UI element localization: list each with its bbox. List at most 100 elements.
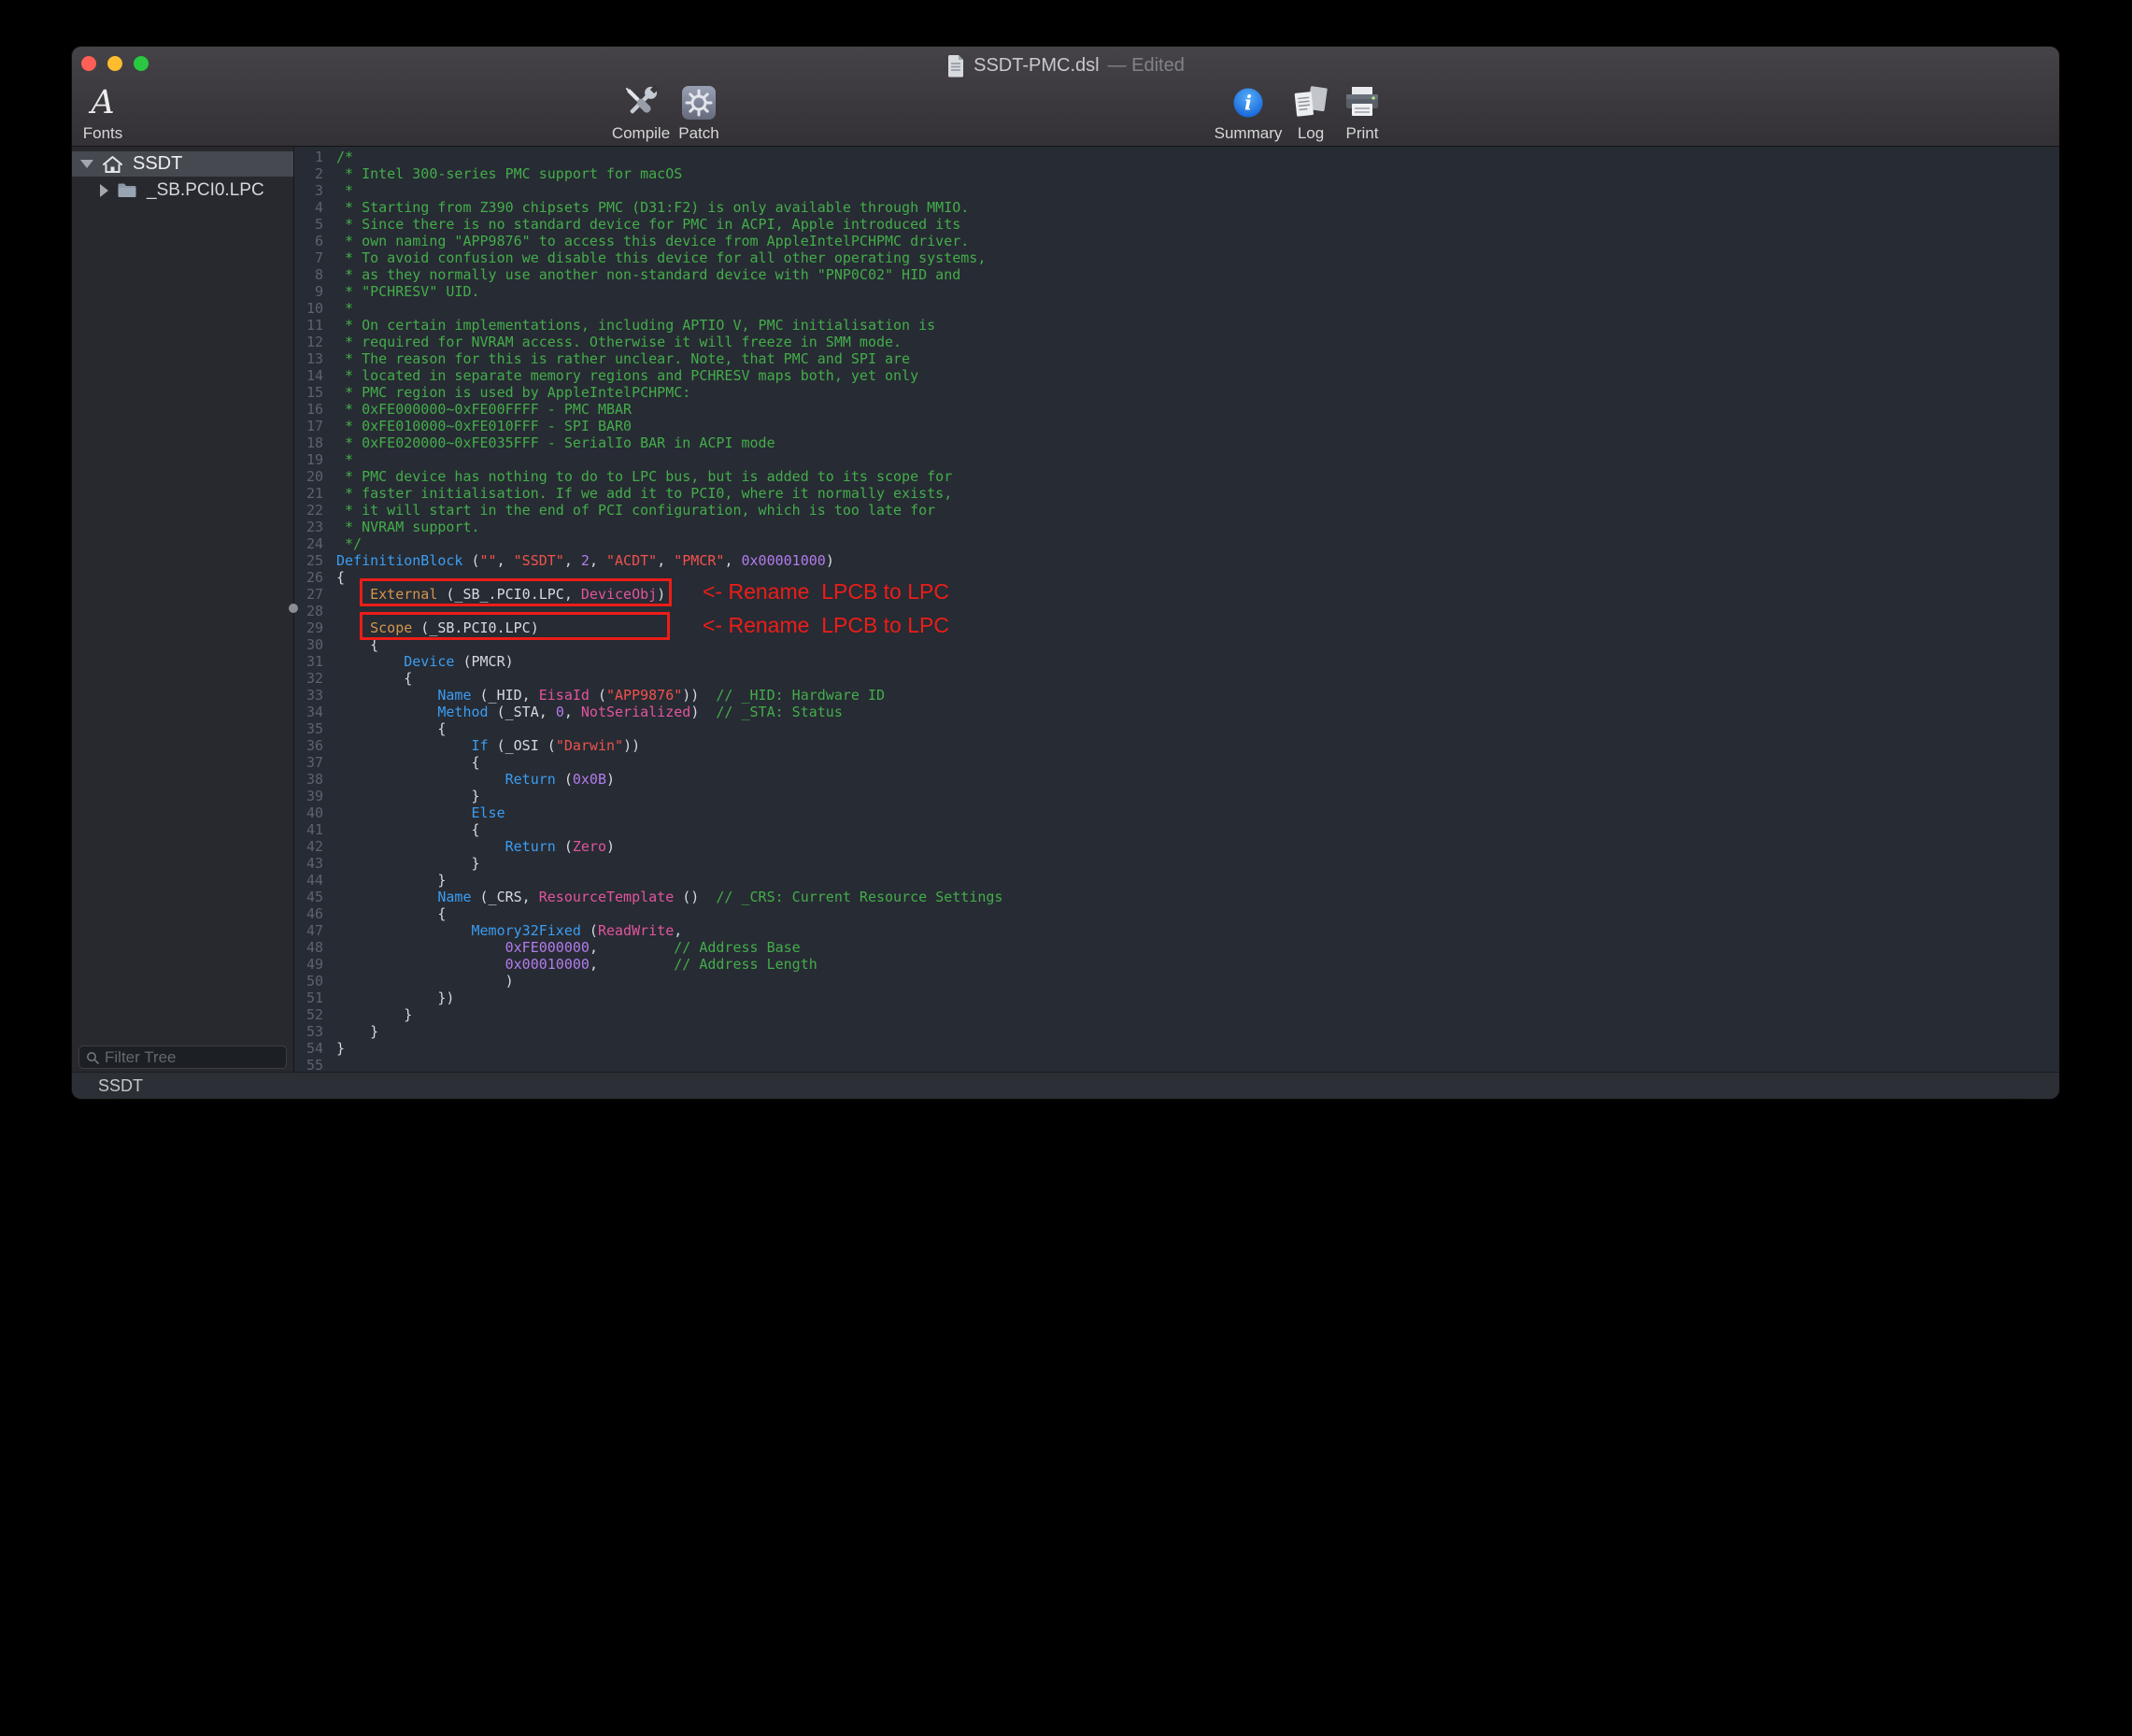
code-line[interactable]: 3 * — [294, 182, 2059, 199]
code-line[interactable]: 24 */ — [294, 535, 2059, 552]
print-button[interactable]: Print — [1329, 82, 1395, 144]
code-line[interactable]: 18 * 0xFE020000~0xFE035FFF - SerialIo BA… — [294, 434, 2059, 451]
code-text: * 0xFE020000~0xFE035FFF - SerialIo BAR i… — [323, 434, 775, 451]
code-line[interactable]: 42 Return (Zero) — [294, 838, 2059, 855]
line-number: 15 — [294, 384, 323, 401]
code-text: * To avoid confusion we disable this dev… — [323, 249, 986, 266]
line-number: 40 — [294, 804, 323, 821]
code-line[interactable]: 41 { — [294, 821, 2059, 838]
code-text: * as they normally use another non-stand… — [323, 266, 960, 283]
code-line[interactable]: 8 * as they normally use another non-sta… — [294, 266, 2059, 283]
line-number: 18 — [294, 434, 323, 451]
code-line[interactable]: 39 } — [294, 788, 2059, 804]
fonts-label: Fonts — [83, 125, 123, 142]
code-line[interactable]: 16 * 0xFE000000~0xFE00FFFF - PMC MBAR — [294, 401, 2059, 418]
code-line[interactable]: 50 ) — [294, 973, 2059, 989]
disclosure-expanded-icon[interactable] — [80, 160, 93, 168]
tree-item-sb-pci0-lpc[interactable]: _SB.PCI0.LPC — [72, 178, 293, 203]
code-line[interactable]: 28 — [294, 603, 2059, 619]
code-editor[interactable]: 1/*2 * Intel 300-series PMC support for … — [294, 147, 2059, 1072]
code-line[interactable]: 21 * faster initialisation. If we add it… — [294, 485, 2059, 502]
log-pages-icon — [1292, 85, 1329, 121]
code-line[interactable]: 33 Name (_HID, EisaId ("APP9876")) // _H… — [294, 687, 2059, 704]
code-line[interactable]: 36 If (_OSI ("Darwin")) — [294, 737, 2059, 754]
code-text: * Starting from Z390 chipsets PMC (D31:F… — [323, 199, 969, 216]
summary-button[interactable]: i Summary — [1211, 82, 1286, 144]
code-text: { — [323, 905, 446, 922]
code-text: * On certain implementations, including … — [323, 317, 935, 334]
code-line[interactable]: 38 Return (0x0B) — [294, 771, 2059, 788]
code-line[interactable]: 30 { — [294, 636, 2059, 653]
line-number: 30 — [294, 636, 323, 653]
code-line[interactable]: 12 * required for NVRAM access. Otherwis… — [294, 334, 2059, 350]
line-number: 35 — [294, 720, 323, 737]
fonts-button[interactable]: A Fonts — [75, 82, 131, 144]
code-line[interactable]: 51 }) — [294, 989, 2059, 1006]
code-line[interactable]: 5 * Since there is no standard device fo… — [294, 216, 2059, 233]
code-line[interactable]: 6 * own naming "APP9876" to access this … — [294, 233, 2059, 249]
code-line[interactable]: 43 } — [294, 855, 2059, 872]
code-line[interactable]: 9 * "PCHRESV" UID. — [294, 283, 2059, 300]
code-line[interactable]: 54} — [294, 1040, 2059, 1057]
code-line[interactable]: 55 — [294, 1057, 2059, 1072]
code-line[interactable]: 32 { — [294, 670, 2059, 687]
print-label: Print — [1346, 125, 1379, 142]
code-text: } — [323, 1023, 378, 1040]
code-text: DefinitionBlock ("", "SSDT", 2, "ACDT", … — [323, 552, 834, 569]
filter-tree-input[interactable] — [105, 1048, 279, 1067]
code-line[interactable]: 49 0x00010000, // Address Length — [294, 956, 2059, 973]
code-line[interactable]: 26{ — [294, 569, 2059, 586]
code-line[interactable]: 44 } — [294, 872, 2059, 889]
code-line[interactable]: 47 Memory32Fixed (ReadWrite, — [294, 922, 2059, 939]
tree-item-label: _SB.PCI0.LPC — [147, 180, 264, 201]
code-line[interactable]: 10 * — [294, 300, 2059, 317]
code-line[interactable]: 34 Method (_STA, 0, NotSerialized) // _S… — [294, 704, 2059, 720]
tree-item-ssdt[interactable]: SSDT — [72, 151, 293, 177]
code-line[interactable]: 25DefinitionBlock ("", "SSDT", 2, "ACDT"… — [294, 552, 2059, 569]
code-text: * — [323, 182, 353, 199]
line-number: 13 — [294, 350, 323, 367]
code-line[interactable]: 23 * NVRAM support. — [294, 519, 2059, 535]
code-line[interactable]: 17 * 0xFE010000~0xFE010FFF - SPI BAR0 — [294, 418, 2059, 434]
line-number: 42 — [294, 838, 323, 855]
patch-label: Patch — [678, 125, 718, 142]
code-line[interactable]: 48 0xFE000000, // Address Base — [294, 939, 2059, 956]
code-line[interactable]: 11 * On certain implementations, includi… — [294, 317, 2059, 334]
code-line[interactable]: 31 Device (PMCR) — [294, 653, 2059, 670]
line-number: 41 — [294, 821, 323, 838]
line-number: 46 — [294, 905, 323, 922]
svg-text:i: i — [1244, 92, 1252, 115]
code-line[interactable]: 35 { — [294, 720, 2059, 737]
disclosure-collapsed-icon[interactable] — [100, 184, 108, 197]
code-line[interactable]: 45 Name (_CRS, ResourceTemplate () // _C… — [294, 889, 2059, 905]
code-text — [323, 1057, 336, 1072]
line-number: 39 — [294, 788, 323, 804]
code-line[interactable]: 20 * PMC device has nothing to do to LPC… — [294, 468, 2059, 485]
code-line[interactable]: 52 } — [294, 1006, 2059, 1023]
code-text: Name (_HID, EisaId ("APP9876")) // _HID:… — [323, 687, 885, 704]
code-line[interactable]: 14 * located in separate memory regions … — [294, 367, 2059, 384]
code-line[interactable]: 1/* — [294, 149, 2059, 165]
code-line[interactable]: 13 * The reason for this is rather uncle… — [294, 350, 2059, 367]
code-line[interactable]: 40 Else — [294, 804, 2059, 821]
code-text: * faster initialisation. If we add it to… — [323, 485, 952, 502]
code-line[interactable]: 29 Scope (_SB.PCI0.LPC) — [294, 619, 2059, 636]
code-line[interactable]: 4 * Starting from Z390 chipsets PMC (D31… — [294, 199, 2059, 216]
code-line[interactable]: 19 * — [294, 451, 2059, 468]
code-line[interactable]: 7 * To avoid confusion we disable this d… — [294, 249, 2059, 266]
fonts-icon: A — [91, 84, 114, 121]
line-number: 6 — [294, 233, 323, 249]
code-line[interactable]: 22 * it will start in the end of PCI con… — [294, 502, 2059, 519]
tree-item-label: SSDT — [133, 153, 182, 175]
code-line[interactable]: 46 { — [294, 905, 2059, 922]
code-line[interactable]: 37 { — [294, 754, 2059, 771]
code-line[interactable]: 2 * Intel 300-series PMC support for mac… — [294, 165, 2059, 182]
filter-field — [78, 1046, 287, 1069]
line-number: 48 — [294, 939, 323, 956]
code-line[interactable]: 27 External (_SB_.PCI0.LPC, DeviceObj) — [294, 586, 2059, 603]
code-line[interactable]: 53 } — [294, 1023, 2059, 1040]
line-number: 45 — [294, 889, 323, 905]
code-line[interactable]: 15 * PMC region is used by AppleIntelPCH… — [294, 384, 2059, 401]
patch-button[interactable]: Patch — [661, 82, 736, 144]
line-number: 23 — [294, 519, 323, 535]
